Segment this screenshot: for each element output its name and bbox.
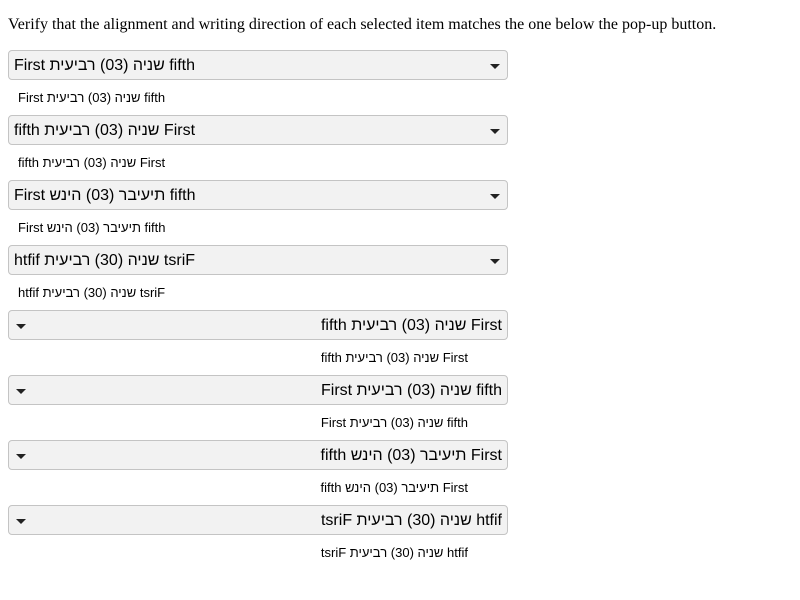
- chevron-down-icon: [16, 389, 26, 394]
- chevron-down-icon: [490, 259, 500, 264]
- reference-text-3: First תיעיבר (03) הינש fifth: [18, 220, 166, 235]
- popup-button-3[interactable]: First תיעיבר (03) הינש fifth: [8, 180, 508, 210]
- reference-text-8: tsriF שניה (30) רביעית htfif: [320, 545, 468, 560]
- popup-button-2[interactable]: fifth שניה (03) רביעית First: [8, 115, 508, 145]
- chevron-down-icon: [16, 324, 26, 329]
- chevron-down-icon: [490, 194, 500, 199]
- chevron-down-icon: [16, 519, 26, 524]
- reference-text-1: First שניה (03) רביעית fifth: [18, 90, 166, 105]
- reference-text-5: fifth שניה (03) רביעית First: [320, 350, 468, 365]
- popup-button-5[interactable]: fifth שניה (03) רביעית First: [8, 310, 508, 340]
- reference-text-2: fifth שניה (03) רביעית First: [18, 155, 166, 170]
- reference-text-6: First שניה (03) רביעית fifth: [320, 415, 468, 430]
- popup-button-3-value: First תיעיבר (03) הינש fifth: [14, 187, 196, 204]
- popup-button-7-value: fifth תיעיבר (03) הינש First: [320, 447, 502, 464]
- popup-button-1-value: First שניה (03) רביעית fifth: [14, 57, 196, 74]
- chevron-down-icon: [16, 454, 26, 459]
- popup-button-7[interactable]: fifth תיעיבר (03) הינש First: [8, 440, 508, 470]
- popup-button-4[interactable]: htfif שניה (30) רביעית tsriF: [8, 245, 508, 275]
- chevron-down-icon: [490, 64, 500, 69]
- chevron-down-icon: [490, 129, 500, 134]
- popup-button-6-value: First שניה (03) רביעית fifth: [320, 382, 502, 399]
- reference-text-7: fifth תיעיבר (03) הינש First: [320, 480, 469, 495]
- popup-button-4-value: htfif שניה (30) רביעית tsriF: [14, 252, 196, 269]
- popup-button-8-value: tsriF שניה (30) רביעית htfif: [320, 512, 502, 529]
- reference-text-4: htfif שניה (30) רביעית tsriF: [18, 285, 166, 300]
- popup-button-2-value: fifth שניה (03) רביעית First: [14, 122, 196, 139]
- popup-button-1[interactable]: First שניה (03) רביעית fifth: [8, 50, 508, 80]
- instruction-text: Verify that the alignment and writing di…: [8, 16, 717, 33]
- popup-button-8[interactable]: tsriF שניה (30) רביעית htfif: [8, 505, 508, 535]
- popup-button-6[interactable]: First שניה (03) רביעית fifth: [8, 375, 508, 405]
- popup-button-5-value: fifth שניה (03) רביעית First: [320, 317, 502, 334]
